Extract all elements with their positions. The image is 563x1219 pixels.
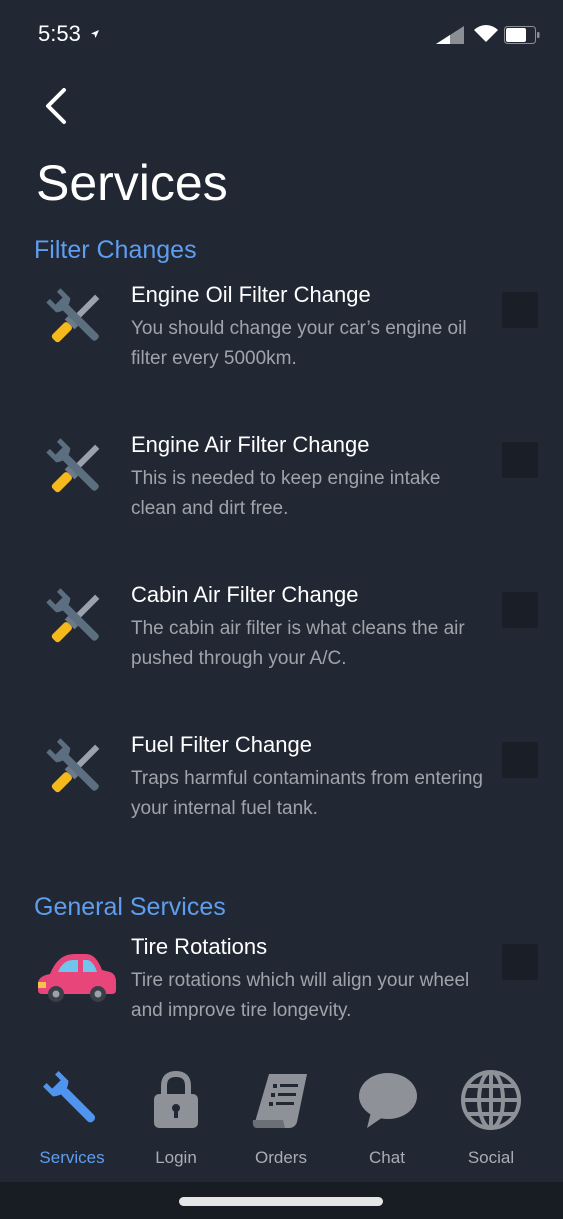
cellular-signal-icon [436, 26, 464, 44]
service-description: Tire rotations which will align your whe… [131, 970, 470, 1021]
receipt-icon [252, 1074, 307, 1128]
tools-icon [46, 738, 100, 793]
tab-chat[interactable]: Chat [335, 1062, 439, 1172]
service-checkbox[interactable] [502, 592, 538, 628]
service-title: Engine Air Filter Change [131, 432, 370, 457]
service-checkbox[interactable] [502, 442, 538, 478]
service-checkbox[interactable] [502, 742, 538, 778]
tools-icon [46, 438, 100, 493]
service-checkbox[interactable] [502, 944, 538, 980]
location-arrow-icon [91, 30, 99, 38]
tab-login[interactable]: Login [124, 1062, 228, 1172]
tab-label: Login [155, 1148, 197, 1167]
service-item-engine-oil-filter[interactable]: Engine Oil Filter Change You should chan… [0, 282, 563, 392]
chevron-left-icon [46, 88, 66, 124]
service-description: The cabin air filter is what cleans the … [131, 618, 465, 669]
service-item-cabin-air-filter[interactable]: Cabin Air Filter Change The cabin air fi… [0, 582, 563, 692]
service-title: Engine Oil Filter Change [131, 282, 371, 307]
service-title: Tire Rotations [131, 934, 268, 959]
section-header-filter-changes: Filter Changes [34, 236, 197, 264]
tab-bar: Services Login Orders Chat Social [0, 1050, 563, 1182]
tab-label: Social [467, 1148, 515, 1167]
page-title: Services [36, 155, 228, 211]
tab-label: Services [39, 1148, 105, 1167]
service-checkbox[interactable] [502, 292, 538, 328]
tab-social[interactable]: Social [439, 1062, 543, 1172]
home-indicator-area [0, 1182, 563, 1219]
speech-bubble-icon [359, 1073, 417, 1128]
tab-services[interactable]: Services [20, 1062, 124, 1172]
service-description: This is needed to keep engine intake cle… [131, 468, 441, 519]
globe-icon [461, 1070, 521, 1130]
battery-icon [504, 26, 540, 44]
tab-orders[interactable]: Orders [229, 1062, 333, 1172]
wrench-icon [43, 1071, 96, 1123]
tools-icon [46, 588, 100, 643]
section-header-general-services: General Services [34, 893, 226, 921]
lock-icon [154, 1070, 198, 1128]
back-button[interactable] [40, 86, 74, 126]
tab-label: Chat [369, 1148, 405, 1167]
service-title: Fuel Filter Change [131, 732, 312, 757]
service-title: Cabin Air Filter Change [131, 582, 359, 607]
service-item-fuel-filter[interactable]: Fuel Filter Change Traps harmful contami… [0, 732, 563, 842]
service-description: You should change your car’s engine oil … [131, 318, 467, 369]
car-icon [38, 954, 116, 1002]
service-item-tire-rotations[interactable]: Tire Rotations Tire rotations which will… [0, 934, 563, 1044]
status-bar: 5:53 [0, 0, 563, 70]
tab-label: Orders [255, 1148, 307, 1167]
service-item-engine-air-filter[interactable]: Engine Air Filter Change This is needed … [0, 432, 563, 542]
status-time: 5:53 [38, 21, 81, 46]
tools-icon [46, 288, 100, 343]
wifi-icon [474, 25, 498, 42]
home-indicator[interactable] [179, 1197, 383, 1206]
service-description: Traps harmful contaminants from entering… [131, 768, 484, 819]
